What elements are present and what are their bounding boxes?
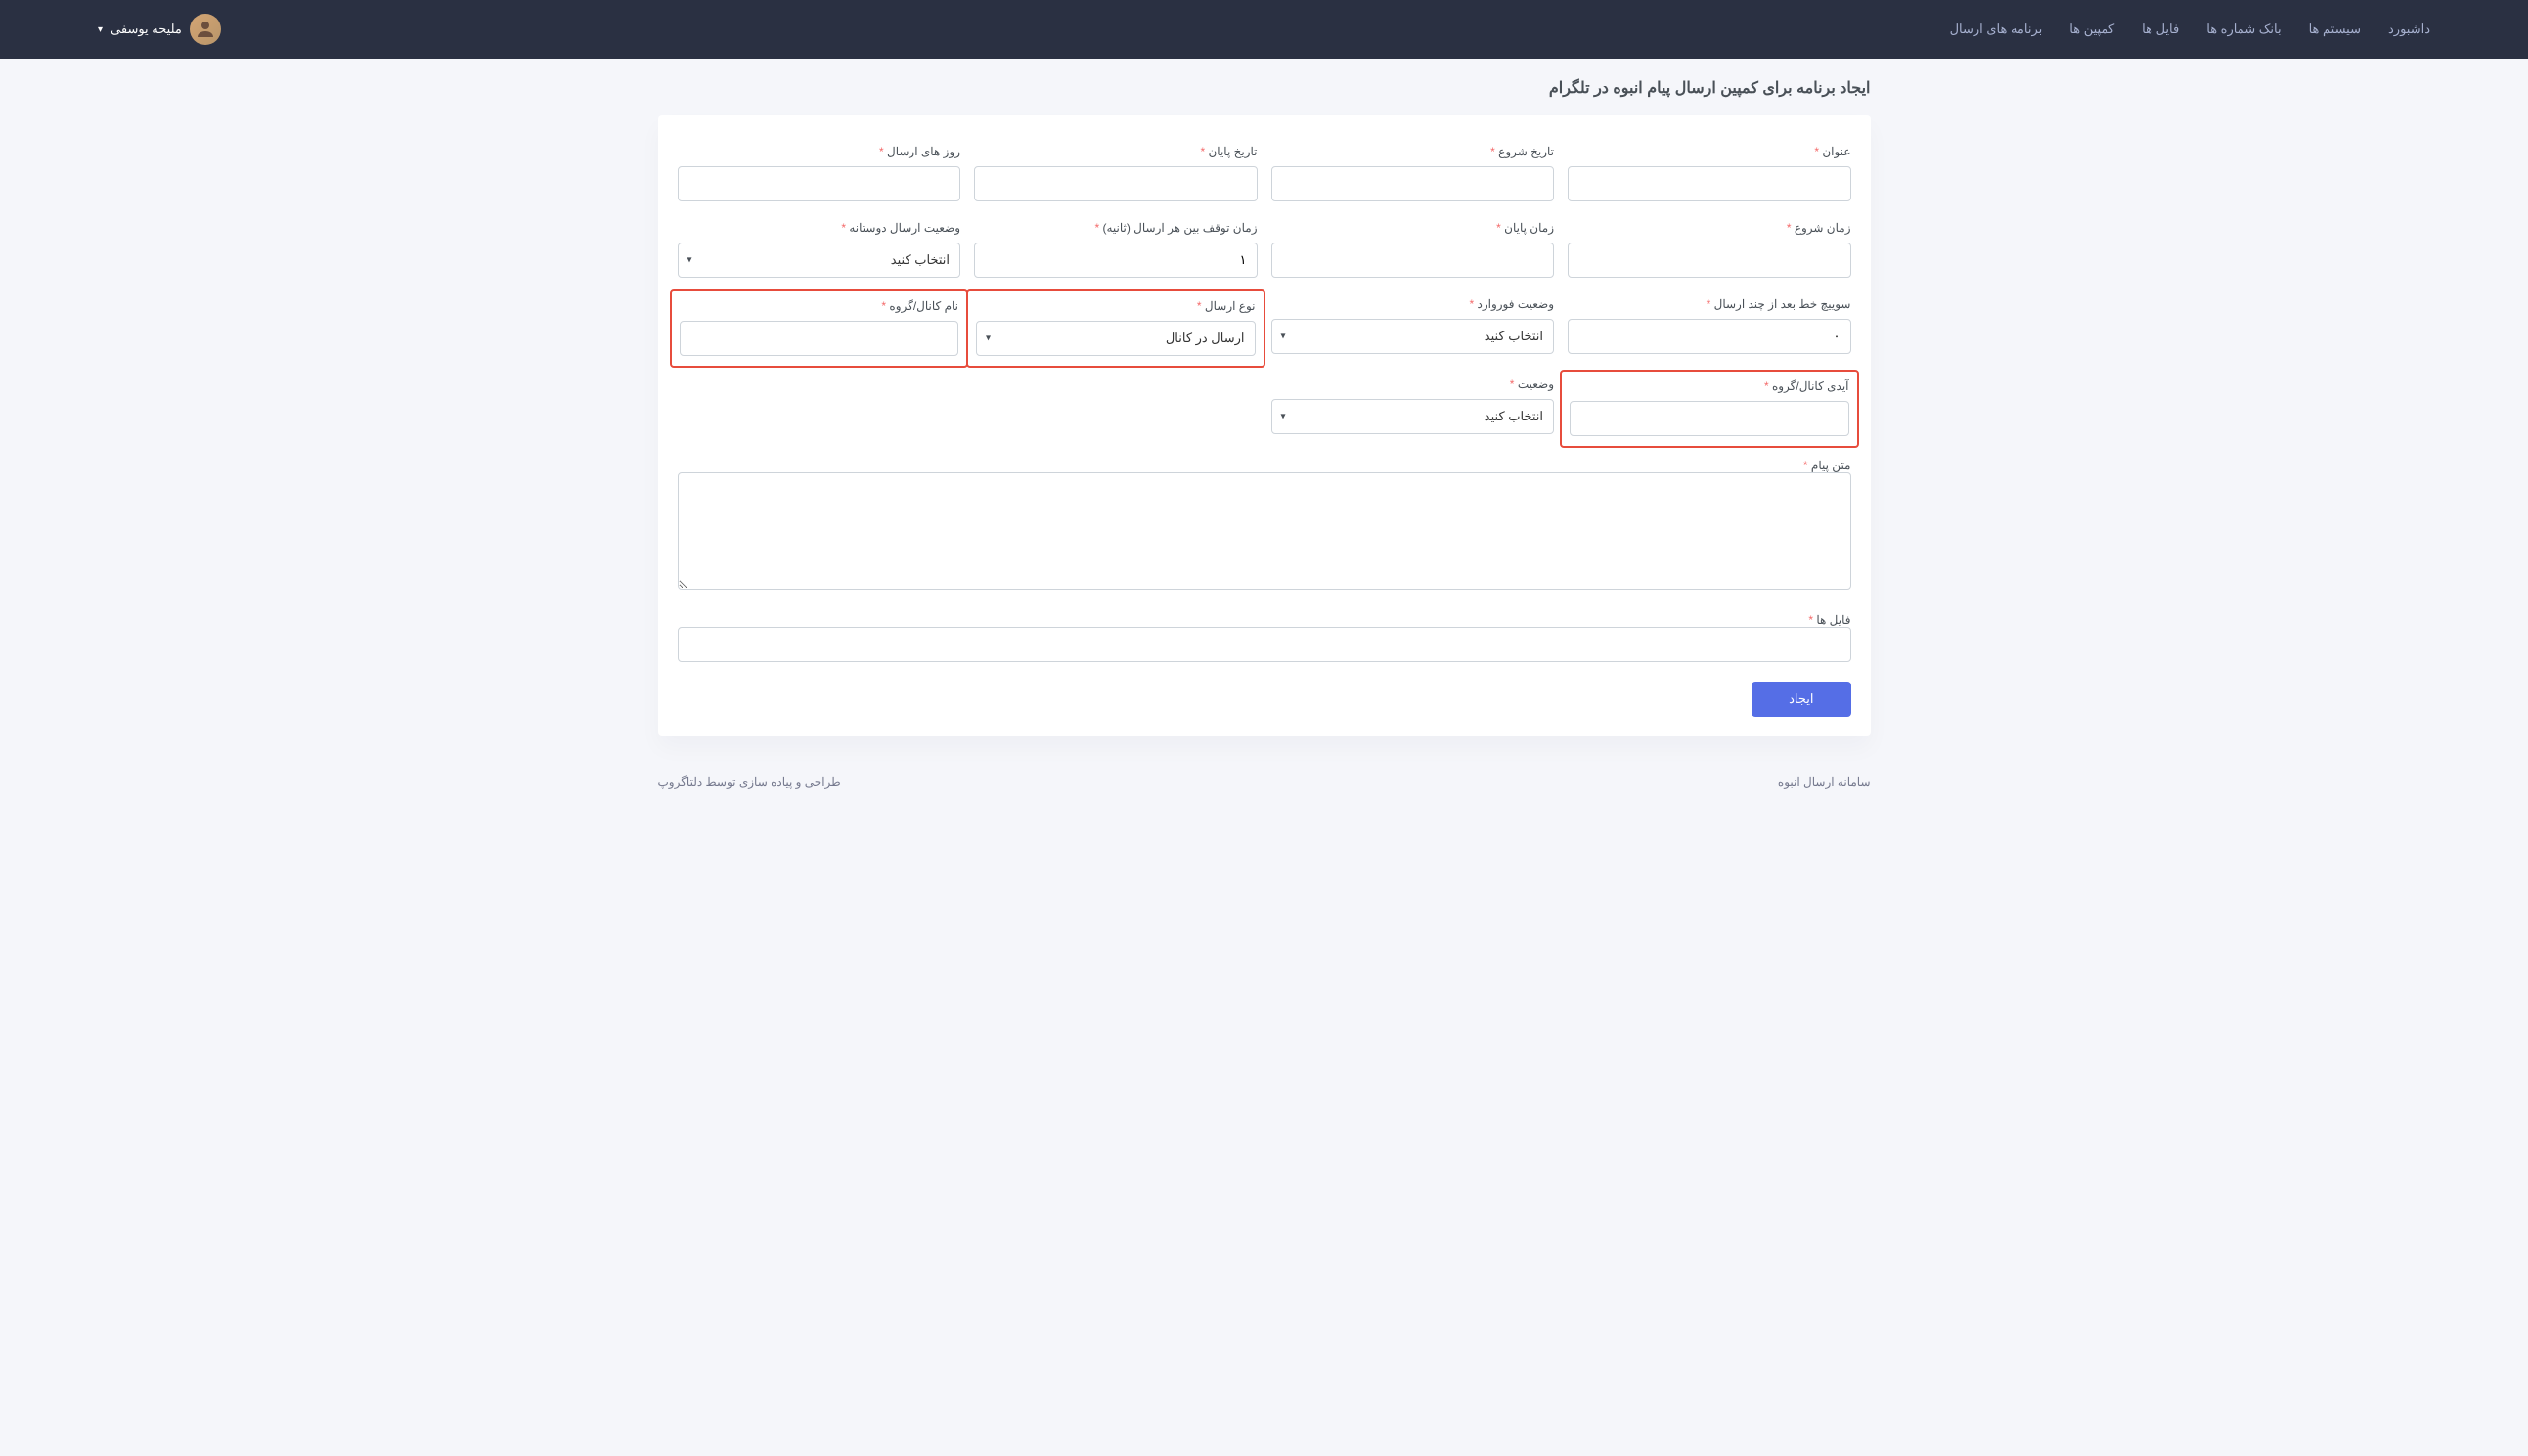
field-end-time: زمان پایان * bbox=[1271, 221, 1555, 278]
label-channel-id: آیدی کانال/گروه * bbox=[1570, 379, 1849, 393]
page-title: ایجاد برنامه برای کمپین ارسال پیام انبوه… bbox=[658, 78, 1871, 98]
nav-campaigns[interactable]: کمپین ها bbox=[2069, 22, 2114, 37]
field-status: وضعیت * انتخاب کنید ▾ bbox=[1271, 377, 1555, 438]
nav-systems[interactable]: سیستم ها bbox=[2309, 22, 2361, 37]
field-message-text: متن پیام * bbox=[678, 458, 1851, 593]
footer-left: طراحی و پیاده سازی توسط دلتاگروپ bbox=[658, 775, 841, 789]
input-send-days[interactable] bbox=[678, 166, 961, 201]
label-pause-time: زمان توقف بین هر ارسال (ثانیه) * bbox=[974, 221, 1258, 235]
field-forward-status: وضعیت فوروارد * انتخاب کنید ▾ bbox=[1271, 297, 1555, 358]
label-files: فایل ها * bbox=[1808, 613, 1850, 627]
label-end-time: زمان پایان * bbox=[1271, 221, 1555, 235]
textarea-message[interactable] bbox=[678, 472, 1851, 590]
field-start-time: زمان شروع * bbox=[1568, 221, 1851, 278]
main-header: داشبورد سیستم ها بانک شماره ها فایل ها ک… bbox=[0, 0, 2528, 59]
input-pause-time[interactable] bbox=[974, 243, 1258, 278]
nav-number-bank[interactable]: بانک شماره ها bbox=[2206, 22, 2281, 37]
field-switch-line: سوییچ خط بعد از چند ارسال * bbox=[1568, 297, 1851, 358]
field-files: فایل ها * bbox=[678, 612, 1851, 662]
main-nav: داشبورد سیستم ها بانک شماره ها فایل ها ک… bbox=[1950, 22, 2430, 37]
field-friendly-status: وضعیت ارسال دوستانه * انتخاب کنید ▾ bbox=[678, 221, 961, 278]
label-status: وضعیت * bbox=[1271, 377, 1555, 391]
input-files[interactable] bbox=[678, 627, 1851, 662]
avatar bbox=[190, 14, 221, 45]
input-start-date[interactable] bbox=[1271, 166, 1555, 201]
footer-right: سامانه ارسال انبوه bbox=[1778, 775, 1871, 789]
nav-send-programs[interactable]: برنامه های ارسال bbox=[1950, 22, 2043, 37]
input-channel-id[interactable] bbox=[1570, 401, 1849, 436]
label-forward-status: وضعیت فوروارد * bbox=[1271, 297, 1555, 311]
field-pause-time: زمان توقف بین هر ارسال (ثانیه) * bbox=[974, 221, 1258, 278]
select-send-type[interactable]: ارسال در کانال bbox=[976, 321, 1256, 356]
field-channel-name: نام کانال/گروه * bbox=[670, 289, 969, 368]
input-channel-name[interactable] bbox=[680, 321, 959, 356]
select-friendly-status[interactable]: انتخاب کنید bbox=[678, 243, 961, 278]
user-menu[interactable]: ملیحه یوسفی ▾ bbox=[98, 14, 221, 45]
footer: سامانه ارسال انبوه طراحی و پیاده سازی تو… bbox=[658, 756, 1871, 809]
label-friendly-status: وضعیت ارسال دوستانه * bbox=[678, 221, 961, 235]
select-status[interactable]: انتخاب کنید bbox=[1271, 399, 1555, 434]
field-end-date: تاریخ پایان * bbox=[974, 145, 1258, 201]
field-send-days: روز های ارسال * bbox=[678, 145, 961, 201]
input-end-date[interactable] bbox=[974, 166, 1258, 201]
chevron-down-icon: ▾ bbox=[98, 24, 103, 35]
field-start-date: تاریخ شروع * bbox=[1271, 145, 1555, 201]
field-channel-id: آیدی کانال/گروه * bbox=[1560, 370, 1859, 448]
label-start-time: زمان شروع * bbox=[1568, 221, 1851, 235]
label-channel-name: نام کانال/گروه * bbox=[680, 299, 959, 313]
submit-button[interactable]: ایجاد bbox=[1752, 682, 1850, 717]
select-forward-status[interactable]: انتخاب کنید bbox=[1271, 319, 1555, 354]
label-message-text: متن پیام * bbox=[1803, 459, 1851, 472]
nav-files[interactable]: فایل ها bbox=[2142, 22, 2179, 37]
input-title[interactable] bbox=[1568, 166, 1851, 201]
label-send-type: نوع ارسال * bbox=[976, 299, 1256, 313]
label-send-days: روز های ارسال * bbox=[678, 145, 961, 158]
label-end-date: تاریخ پایان * bbox=[974, 145, 1258, 158]
form-card: عنوان * تاریخ شروع * تاریخ پایان * روز ه… bbox=[658, 115, 1871, 736]
field-title: عنوان * bbox=[1568, 145, 1851, 201]
input-end-time[interactable] bbox=[1271, 243, 1555, 278]
label-title: عنوان * bbox=[1568, 145, 1851, 158]
input-switch-line[interactable] bbox=[1568, 319, 1851, 354]
field-send-type: نوع ارسال * ارسال در کانال ▾ bbox=[966, 289, 1265, 368]
label-switch-line: سوییچ خط بعد از چند ارسال * bbox=[1568, 297, 1851, 311]
user-name: ملیحه یوسفی bbox=[111, 22, 182, 37]
nav-dashboard[interactable]: داشبورد bbox=[2388, 22, 2430, 37]
input-start-time[interactable] bbox=[1568, 243, 1851, 278]
label-start-date: تاریخ شروع * bbox=[1271, 145, 1555, 158]
